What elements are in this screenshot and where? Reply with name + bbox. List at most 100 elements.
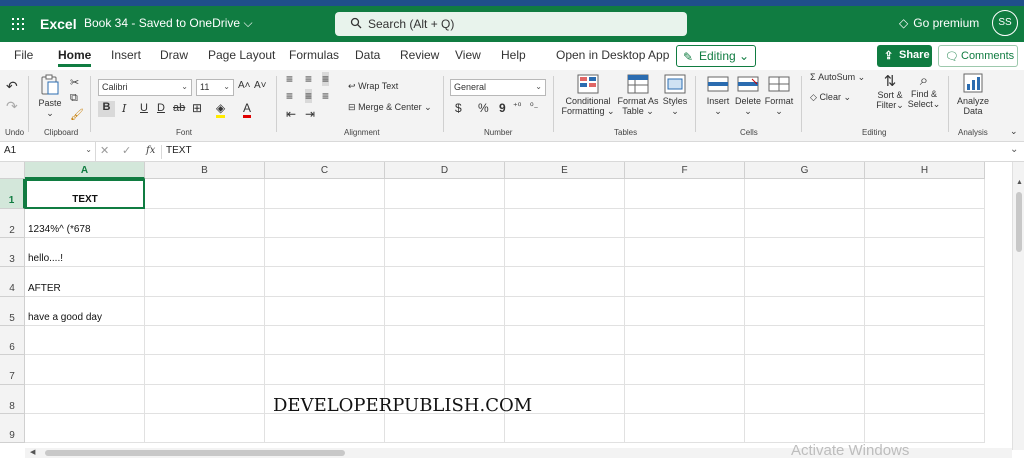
formula-enter-icon[interactable]: ✓ bbox=[122, 144, 131, 157]
cell-c5[interactable] bbox=[265, 297, 385, 326]
shrink-font-button[interactable]: A˅ bbox=[254, 80, 267, 91]
cell-g5[interactable] bbox=[745, 297, 865, 326]
cell-c4[interactable] bbox=[265, 267, 385, 297]
redo-icon[interactable]: ↷ bbox=[6, 98, 18, 115]
share-button[interactable]: ⇪ Share bbox=[877, 45, 932, 67]
cell-h7[interactable] bbox=[865, 355, 985, 385]
cell-d1[interactable] bbox=[385, 179, 505, 209]
align-top-icon[interactable]: ≡ bbox=[286, 72, 293, 86]
column-header-b[interactable]: B bbox=[145, 162, 265, 179]
tab-open-desktop-app[interactable]: Open in Desktop App bbox=[556, 48, 669, 62]
copy-icon[interactable]: ⧉ bbox=[70, 92, 78, 105]
go-premium-link[interactable]: ◇ Go premium bbox=[899, 16, 979, 30]
avatar[interactable]: SS bbox=[992, 10, 1018, 36]
analyze-data-button[interactable]: Analyze Data bbox=[954, 72, 992, 116]
cell-b7[interactable] bbox=[145, 355, 265, 385]
cell-b6[interactable] bbox=[145, 326, 265, 355]
cell-g8[interactable] bbox=[745, 385, 865, 414]
tab-help[interactable]: Help bbox=[501, 48, 526, 62]
cell-f1[interactable] bbox=[625, 179, 745, 209]
clear-button[interactable]: ◇ Clear ⌄ bbox=[810, 92, 851, 103]
cell-f8[interactable] bbox=[625, 385, 745, 414]
paste-button[interactable]: Paste ⌄ bbox=[36, 74, 64, 119]
column-header-g[interactable]: G bbox=[745, 162, 865, 179]
tab-view[interactable]: View bbox=[455, 48, 481, 62]
row-header-3[interactable]: 3 bbox=[0, 238, 25, 267]
scroll-thumb[interactable] bbox=[1016, 192, 1022, 252]
tab-formulas[interactable]: Formulas bbox=[289, 48, 339, 62]
cell-h5[interactable] bbox=[865, 297, 985, 326]
cell-b2[interactable] bbox=[145, 209, 265, 238]
column-header-d[interactable]: D bbox=[385, 162, 505, 179]
insert-function-button[interactable]: fx bbox=[146, 145, 155, 156]
comments-button[interactable]: 🗨 Comments bbox=[938, 45, 1018, 67]
merge-center-button[interactable]: ⊟ Merge & Center ⌄ bbox=[348, 102, 432, 113]
cell-a9[interactable] bbox=[25, 414, 145, 443]
format-painter-icon[interactable]: 🖌 bbox=[70, 108, 84, 121]
tab-data[interactable]: Data bbox=[355, 48, 380, 62]
tab-draw[interactable]: Draw bbox=[160, 48, 188, 62]
row-header-6[interactable]: 6 bbox=[0, 326, 25, 355]
row-header-9[interactable]: 9 bbox=[0, 414, 25, 443]
cell-b5[interactable] bbox=[145, 297, 265, 326]
cell-d9[interactable] bbox=[385, 414, 505, 443]
name-box[interactable]: A1 ⌄ bbox=[0, 142, 96, 161]
editing-mode-button[interactable]: ✎ Editing ⌄ bbox=[676, 45, 756, 67]
cell-a1[interactable]: TEXT bbox=[25, 179, 145, 209]
search-box[interactable]: Search (Alt + Q) bbox=[335, 12, 687, 36]
cell-c6[interactable] bbox=[265, 326, 385, 355]
cell-a3[interactable]: hello....! bbox=[25, 238, 145, 267]
cell-g1[interactable] bbox=[745, 179, 865, 209]
cell-h9[interactable] bbox=[865, 414, 985, 443]
cell-a5[interactable]: have a good day bbox=[25, 297, 145, 326]
chevron-down-icon[interactable]: ⌄ bbox=[1010, 126, 1018, 137]
align-left-icon[interactable]: ≡ bbox=[286, 89, 293, 103]
tab-home[interactable]: Home bbox=[58, 48, 92, 67]
formula-input[interactable]: TEXT bbox=[166, 145, 192, 156]
column-header-h[interactable]: H bbox=[865, 162, 985, 179]
vertical-scrollbar[interactable]: ▲ bbox=[1012, 162, 1024, 450]
column-header-e[interactable]: E bbox=[505, 162, 625, 179]
number-format-select[interactable]: General ⌄ bbox=[450, 79, 546, 96]
cell-h2[interactable] bbox=[865, 209, 985, 238]
increase-indent-icon[interactable]: ⇥ bbox=[305, 107, 315, 121]
tab-review[interactable]: Review bbox=[400, 48, 439, 62]
underline-button[interactable]: U bbox=[140, 102, 148, 114]
cell-g6[interactable] bbox=[745, 326, 865, 355]
cell-d5[interactable] bbox=[385, 297, 505, 326]
row-header-4[interactable]: 4 bbox=[0, 267, 25, 297]
currency-button[interactable]: $ bbox=[455, 101, 462, 115]
double-underline-button[interactable]: D bbox=[157, 102, 165, 114]
chevron-down-icon[interactable]: ⌄ bbox=[1010, 144, 1018, 155]
cell-e5[interactable] bbox=[505, 297, 625, 326]
grow-font-button[interactable]: A˄ bbox=[238, 80, 251, 91]
delete-cells-button[interactable]: Delete ⌄ bbox=[733, 74, 763, 117]
wrap-text-button[interactable]: ↩ Wrap Text bbox=[348, 81, 398, 92]
cell-styles-button[interactable]: Styles ⌄ bbox=[661, 74, 689, 117]
cell-e9[interactable] bbox=[505, 414, 625, 443]
cell-h4[interactable] bbox=[865, 267, 985, 297]
decrease-decimal-icon[interactable]: ⁰₋ bbox=[530, 101, 538, 112]
cell-g2[interactable] bbox=[745, 209, 865, 238]
row-header-2[interactable]: 2 bbox=[0, 209, 25, 238]
cell-h8[interactable] bbox=[865, 385, 985, 414]
cell-g9[interactable] bbox=[745, 414, 865, 443]
italic-button[interactable]: I bbox=[122, 102, 126, 115]
column-header-f[interactable]: F bbox=[625, 162, 745, 179]
cell-b3[interactable] bbox=[145, 238, 265, 267]
cell-f3[interactable] bbox=[625, 238, 745, 267]
cell-h6[interactable] bbox=[865, 326, 985, 355]
bold-button[interactable]: B bbox=[98, 101, 115, 117]
cell-c2[interactable] bbox=[265, 209, 385, 238]
cell-c9[interactable] bbox=[265, 414, 385, 443]
cell-g4[interactable] bbox=[745, 267, 865, 297]
column-header-a[interactable]: A bbox=[25, 162, 145, 179]
cell-d2[interactable] bbox=[385, 209, 505, 238]
align-bottom-icon[interactable]: ≡ bbox=[322, 72, 330, 86]
cell-f2[interactable] bbox=[625, 209, 745, 238]
cut-icon[interactable]: ✂ bbox=[70, 76, 79, 89]
cell-e2[interactable] bbox=[505, 209, 625, 238]
comma-style-button[interactable]: 9 bbox=[499, 101, 506, 115]
document-title[interactable]: Book 34 - Saved to OneDrive ⌵ bbox=[84, 16, 253, 31]
tab-file[interactable]: File bbox=[14, 48, 33, 62]
